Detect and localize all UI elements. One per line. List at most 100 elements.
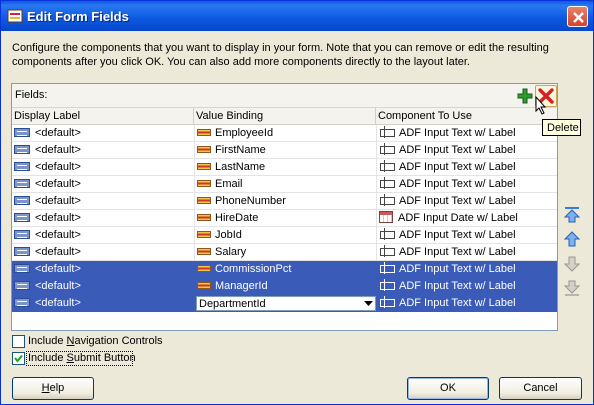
component-text: ADF Input Text w/ Label xyxy=(399,280,516,292)
submit-button-checkbox[interactable] xyxy=(12,352,25,365)
component-text: ADF Input Text w/ Label xyxy=(399,127,516,139)
close-button[interactable] xyxy=(567,6,588,27)
display-label-cell[interactable]: <default> xyxy=(12,295,194,312)
dropdown-arrow-icon[interactable] xyxy=(364,301,373,307)
nav-controls-label[interactable]: Include Navigation Controls xyxy=(28,335,163,347)
display-label-cell[interactable]: <default> xyxy=(12,244,194,261)
value-binding-cell[interactable]: ManagerId xyxy=(194,278,376,295)
display-label-cell[interactable]: <default> xyxy=(12,125,194,142)
description-text: Configure the components that you want t… xyxy=(12,42,549,68)
label-text-icon xyxy=(14,229,30,239)
component-cell[interactable]: ADF Input Text w/ Label xyxy=(376,125,557,142)
table-row[interactable]: <default> LastName ADF Input Text w/ Label xyxy=(12,159,557,176)
value-binding-text: Salary xyxy=(215,246,247,258)
display-label-cell[interactable]: <default> xyxy=(12,159,194,176)
display-label-cell[interactable]: <default> xyxy=(12,261,194,278)
attribute-icon xyxy=(197,179,211,187)
input-text-icon xyxy=(379,262,395,275)
component-cell[interactable]: ADF Input Text w/ Label xyxy=(376,159,557,176)
value-binding-cell[interactable]: CommissionPct xyxy=(194,261,376,278)
value-binding-cell[interactable]: Email xyxy=(194,176,376,193)
component-cell[interactable]: ADF Input Text w/ Label xyxy=(376,278,557,295)
value-binding-cell[interactable]: Salary xyxy=(194,244,376,261)
value-binding-text: JobId xyxy=(215,229,242,241)
label-text-icon xyxy=(14,178,30,188)
display-label-text: <default> xyxy=(35,246,81,258)
input-text-icon xyxy=(379,228,395,241)
input-text-icon xyxy=(379,160,395,173)
display-label-cell[interactable]: <default> xyxy=(12,227,194,244)
value-binding-text: Email xyxy=(215,178,243,190)
value-binding-cell[interactable]: LastName xyxy=(194,159,376,176)
display-label-text: <default> xyxy=(35,297,81,309)
display-label-cell[interactable]: <default> xyxy=(12,193,194,210)
add-icon[interactable] xyxy=(515,86,535,106)
value-binding-cell[interactable]: FirstName xyxy=(194,142,376,159)
display-label-cell[interactable]: <default> xyxy=(12,142,194,159)
submit-button-label[interactable]: Include Submit Button xyxy=(28,352,136,364)
value-binding-text: HireDate xyxy=(215,212,259,224)
attribute-icon xyxy=(197,128,211,136)
value-binding-combo[interactable]: DepartmentId xyxy=(196,296,376,311)
display-label-cell[interactable]: <default> xyxy=(12,278,194,295)
title-bar[interactable]: Edit Form Fields xyxy=(1,1,593,31)
column-header-component[interactable]: Component To Use xyxy=(376,108,557,125)
display-label-text: <default> xyxy=(35,144,81,156)
value-binding-cell[interactable]: PhoneNumber xyxy=(194,193,376,210)
attribute-icon xyxy=(197,247,211,255)
input-date-icon xyxy=(379,211,393,224)
move-bottom-icon[interactable] xyxy=(563,279,581,297)
value-binding-cell[interactable]: EmployeeId xyxy=(194,125,376,142)
component-cell[interactable]: ADF Input Text w/ Label xyxy=(376,244,557,261)
move-down-icon[interactable] xyxy=(563,255,581,273)
move-top-icon[interactable] xyxy=(563,206,581,224)
move-up-icon[interactable] xyxy=(563,230,581,248)
value-binding-text: PhoneNumber xyxy=(215,195,286,207)
label-text-icon xyxy=(14,263,30,273)
table-row[interactable]: <default> PhoneNumber ADF Input Text w/ La… xyxy=(12,193,557,210)
label-text-icon xyxy=(14,212,30,222)
display-label-cell[interactable]: <default> xyxy=(12,176,194,193)
table-row[interactable]: <default> CommissionPct ADF Input Text w/ … xyxy=(12,261,557,278)
label-text-icon xyxy=(14,297,30,307)
dialog-title: Edit Form Fields xyxy=(27,9,129,24)
table-row[interactable]: <default> HireDate ADF Input Date w/ Label xyxy=(12,210,557,227)
input-text-icon xyxy=(379,126,395,139)
label-text-icon xyxy=(14,144,30,154)
checkmark-icon xyxy=(14,354,23,363)
table-row[interactable]: <default> ManagerId ADF Input Text w/ Labe… xyxy=(12,278,557,295)
component-cell[interactable]: ADF Input Text w/ Label xyxy=(376,142,557,159)
component-cell[interactable]: ADF Input Date w/ Label xyxy=(376,210,557,227)
column-header-value-binding[interactable]: Value Binding xyxy=(194,108,376,125)
cancel-button[interactable]: Cancel xyxy=(499,377,582,400)
input-text-icon xyxy=(379,143,395,156)
component-text: ADF Input Text w/ Label xyxy=(399,297,516,309)
component-cell[interactable]: ADF Input Text w/ Label xyxy=(376,261,557,278)
label-text-icon xyxy=(14,127,30,137)
fields-toolbar: Fields: xyxy=(12,84,557,108)
input-text-icon xyxy=(379,279,395,292)
table-row[interactable]: <default> Salary ADF Input Text w/ Label xyxy=(12,244,557,261)
column-header-display-label[interactable]: Display Label xyxy=(12,108,194,125)
value-binding-text: CommissionPct xyxy=(215,263,292,275)
table-row[interactable]: <default> FirstName ADF Input Text w/ Labe… xyxy=(12,142,557,159)
input-text-icon xyxy=(379,296,395,309)
table-row[interactable]: <default> DepartmentId ADF Input Text w/ L… xyxy=(12,295,557,312)
input-text-icon xyxy=(379,245,395,258)
component-cell[interactable]: ADF Input Text w/ Label xyxy=(376,193,557,210)
nav-controls-checkbox[interactable] xyxy=(12,335,25,348)
help-button[interactable]: Help xyxy=(12,377,94,400)
table-row[interactable]: <default> EmployeeId ADF Input Text w/ Lab… xyxy=(12,125,557,142)
table-row[interactable]: <default> JobId ADF Input Text w/ Label xyxy=(12,227,557,244)
value-binding-cell[interactable]: HireDate xyxy=(194,210,376,227)
component-cell[interactable]: ADF Input Text w/ Label xyxy=(376,227,557,244)
component-text: ADF Input Text w/ Label xyxy=(399,195,516,207)
value-binding-text: DepartmentId xyxy=(199,298,266,310)
table-row[interactable]: <default> Email ADF Input Text w/ Label xyxy=(12,176,557,193)
component-cell[interactable]: ADF Input Text w/ Label xyxy=(376,295,557,312)
component-cell[interactable]: ADF Input Text w/ Label xyxy=(376,176,557,193)
display-label-cell[interactable]: <default> xyxy=(12,210,194,227)
component-text: ADF Input Date w/ Label xyxy=(398,212,518,224)
ok-button[interactable]: OK xyxy=(407,377,489,400)
value-binding-cell[interactable]: JobId xyxy=(194,227,376,244)
